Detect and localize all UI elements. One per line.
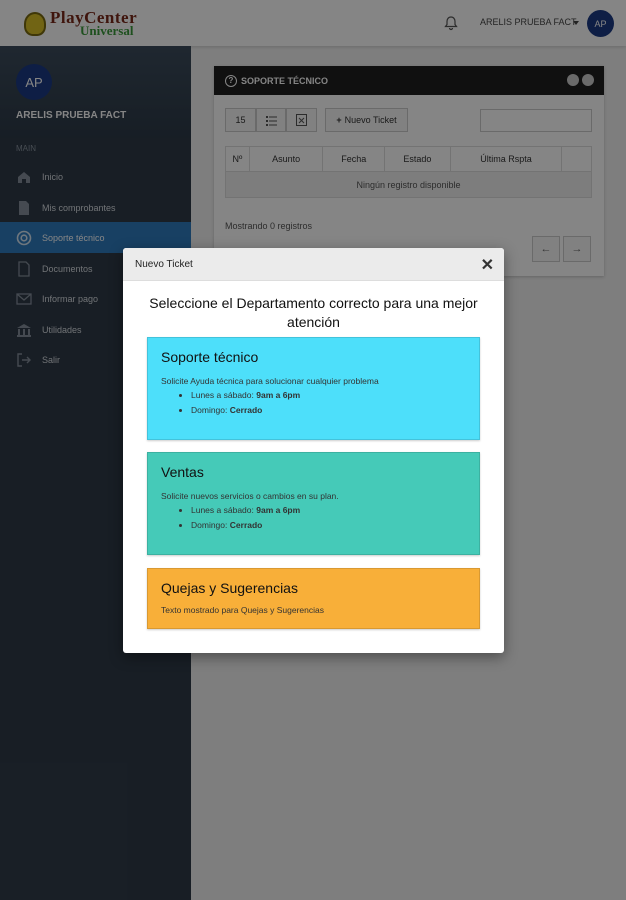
modal-prompt: Seleccione el Departamento correcto para…: [149, 295, 478, 330]
department-card-ventas[interactable]: Ventas Solicite nuevos servicios o cambi…: [147, 452, 480, 555]
department-description: Texto mostrado para Quejas y Sugerencias: [161, 605, 325, 615]
schedule-item: Lunes a sábado: 9am a 6pm: [191, 503, 300, 518]
department-description: Solicite Ayuda técnica para solucionar c…: [161, 376, 379, 386]
modal-title: Nuevo Ticket: [135, 259, 193, 270]
department-name: Quejas y Sugerencias: [161, 580, 298, 596]
department-name: Ventas: [161, 464, 204, 480]
close-icon[interactable]: ✕: [481, 255, 494, 275]
department-schedule: Lunes a sábado: 9am a 6pm Domingo: Cerra…: [191, 388, 300, 418]
schedule-item: Lunes a sábado: 9am a 6pm: [191, 388, 300, 403]
new-ticket-modal: Nuevo Ticket ✕ Seleccione el Departament…: [123, 248, 504, 653]
department-card-soporte[interactable]: Soporte técnico Solicite Ayuda técnica p…: [147, 337, 480, 440]
modal-header: Nuevo Ticket ✕: [123, 248, 504, 281]
department-description: Solicite nuevos servicios o cambios en s…: [161, 491, 339, 501]
schedule-item: Domingo: Cerrado: [191, 403, 300, 418]
department-card-quejas[interactable]: Quejas y Sugerencias Texto mostrado para…: [147, 568, 480, 629]
department-schedule: Lunes a sábado: 9am a 6pm Domingo: Cerra…: [191, 503, 300, 533]
department-name: Soporte técnico: [161, 349, 259, 365]
schedule-item: Domingo: Cerrado: [191, 518, 300, 533]
